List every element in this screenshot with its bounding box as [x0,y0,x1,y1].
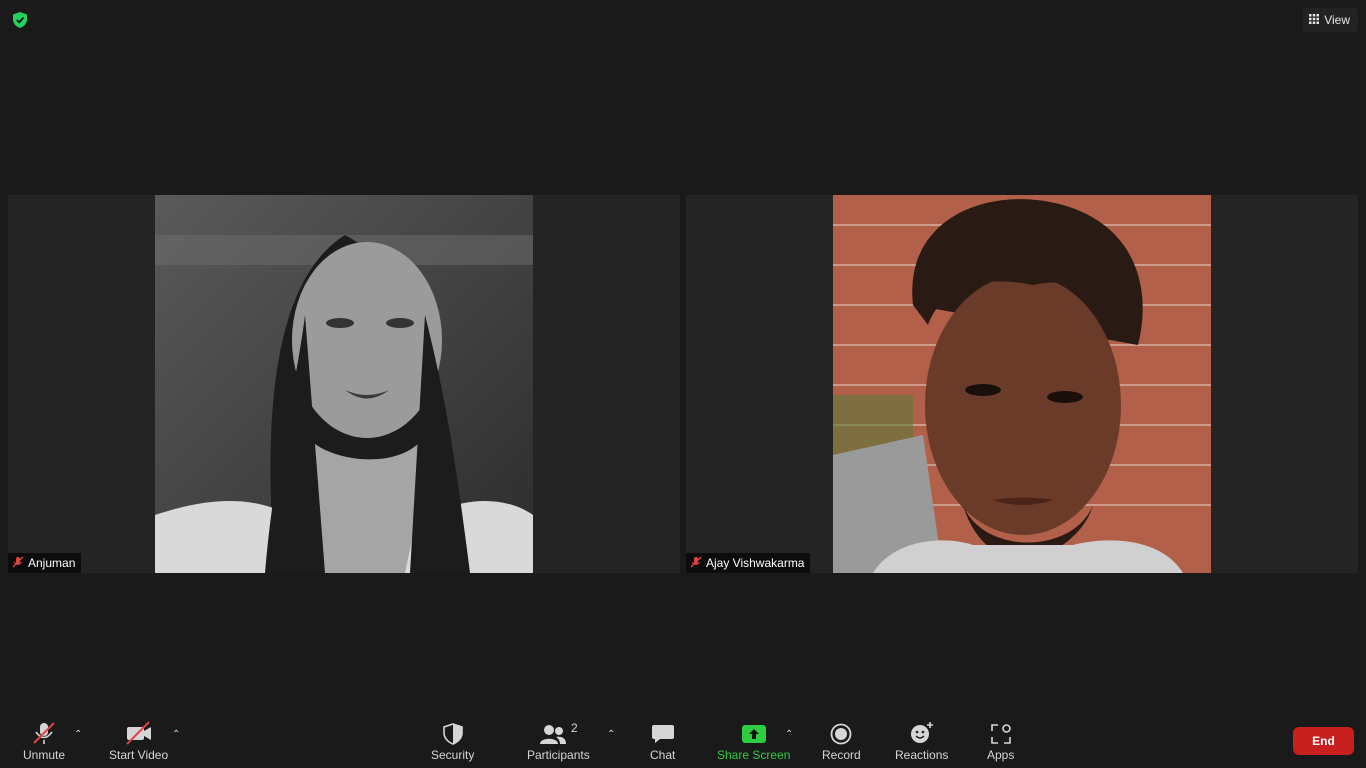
participants-button[interactable]: 2 Participants [527,721,590,762]
record-label: Record [822,748,861,762]
unmute-button[interactable]: Unmute [23,721,65,762]
share-screen-icon [741,721,766,745]
participant-video [833,195,1211,573]
participant-name: Ajay Vishwakarma [706,556,805,570]
meeting-window: View Anjuman Ajay Vishwakarma Unmute ⌃ S… [0,0,1366,768]
grid-icon [1309,13,1320,27]
record-icon [830,721,852,745]
mic-muted-icon [12,556,24,571]
meeting-toolbar: Unmute ⌃ Start Video ⌃ Security 2 Partic… [0,716,1366,768]
video-options-caret[interactable]: ⌃ [172,729,180,740]
reactions-button[interactable]: Reactions [895,721,948,762]
apps-label: Apps [987,748,1015,762]
chat-label: Chat [650,748,676,762]
participant-count: 2 [571,721,578,735]
apps-icon [990,721,1012,745]
participant-name-tag: Ajay Vishwakarma [686,553,811,573]
chat-bubble-icon [651,721,675,745]
video-off-icon [125,721,153,745]
participants-options-caret[interactable]: ⌃ [607,729,615,740]
mic-muted-icon [690,556,702,571]
start-video-button[interactable]: Start Video [109,721,168,762]
participant-tile[interactable]: Anjuman [8,195,680,573]
encryption-shield-icon[interactable] [10,10,30,30]
unmute-label: Unmute [23,748,66,762]
end-meeting-button[interactable]: End [1293,727,1354,755]
start-video-label: Start Video [109,748,169,762]
apps-button[interactable]: Apps [987,721,1014,762]
reactions-label: Reactions [895,748,949,762]
view-button[interactable]: View [1303,8,1358,32]
audio-options-caret[interactable]: ⌃ [74,729,82,740]
participant-video [155,195,533,573]
record-button[interactable]: Record [822,721,861,762]
smiley-add-icon [909,721,935,745]
mic-muted-icon [31,721,57,745]
security-label: Security [431,748,475,762]
share-screen-label: Share Screen [717,748,791,762]
participant-name-tag: Anjuman [8,553,82,573]
share-options-caret[interactable]: ⌃ [785,729,793,740]
people-icon: 2 [539,721,578,745]
participant-name: Anjuman [28,556,76,570]
shield-icon [442,721,463,745]
view-label: View [1324,13,1350,27]
share-screen-button[interactable]: Share Screen [717,721,790,762]
chat-button[interactable]: Chat [650,721,675,762]
security-button[interactable]: Security [431,721,474,762]
participants-label: Participants [527,748,590,762]
participant-tile[interactable]: Ajay Vishwakarma [686,195,1358,573]
